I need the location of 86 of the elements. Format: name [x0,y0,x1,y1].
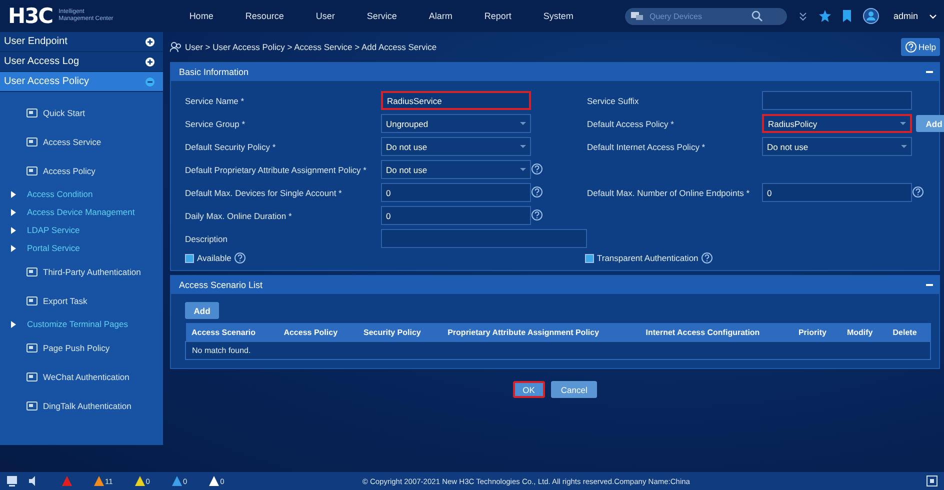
menu-item-icon [26,294,38,306]
field-label: Service Name * [185,96,246,106]
star-icon [819,10,832,22]
input-field[interactable]: 0 [381,183,531,202]
menu-item-icon [26,136,38,148]
input-field[interactable]: 0 [381,206,531,225]
users-icon [170,41,182,53]
menu-item-icon [26,164,38,176]
sidebar-group[interactable]: Customize Terminal Pages [0,315,163,333]
fullscreen-icon [926,475,938,487]
dropdown[interactable]: Do not use [381,137,531,156]
field-label: Default Max. Devices for Single Account * [185,188,343,198]
field-label: Daily Max. Online Duration * [185,210,293,220]
field-label: Default Internet Access Policy * [587,142,706,152]
sidebar-item[interactable]: WeChat Authentication [0,362,163,391]
dropdown[interactable]: RadiusPolicy [762,114,912,133]
chevrons-icon [797,10,810,22]
checkbox[interactable] [185,254,194,262]
checkbox-label: Transparent Authentication [597,253,698,263]
input-field[interactable]: 0 [762,183,912,202]
field-label: Service Suffix [587,96,640,106]
sidebar-section[interactable]: User Endpoint [0,32,163,52]
sidebar-item[interactable]: Access Policy [0,156,163,185]
sidebar-item[interactable]: Page Push Policy [0,333,163,362]
nav-link[interactable]: User [300,11,351,21]
empty-message: No match found. [186,342,930,360]
bookmark-icon [841,10,854,22]
nav-link[interactable]: Resource [229,11,300,21]
input-field[interactable] [762,91,912,110]
column-header: Access Policy [278,323,358,342]
column-header: Internet Access Configuration [640,323,792,342]
field-label: Default Proprietary Attribute Assignment Policy * [185,164,368,174]
column-header: Modify [840,323,887,342]
column-header: Priority [792,323,841,342]
column-header: Proprietary Attribute Assignment Policy [442,323,640,342]
sidebar-section[interactable]: User Access Log [0,52,163,72]
search-input[interactable]: Query Devices [647,10,748,22]
help-icon [904,41,917,53]
device-icon [631,10,644,22]
sidebar-item[interactable]: Third-Party Authentication [0,257,163,286]
column-header: Delete [886,323,930,342]
dropdown[interactable]: Do not use [762,137,912,156]
field-label: Description [185,234,229,244]
sidebar-item[interactable]: DingTalk Authentication [0,391,163,420]
dropdown[interactable]: Do not use [381,160,531,179]
help-button[interactable]: Help [900,38,940,56]
sidebar-group[interactable]: Access Condition [0,185,163,203]
logo: H3C [8,4,53,28]
panel-title: Access Scenario List [179,280,263,290]
input-field[interactable] [381,229,587,248]
sidebar-section[interactable]: User Access Policy [0,72,163,92]
nav-link[interactable]: System [527,11,590,21]
user-menu[interactable]: admin [893,11,918,21]
sidebar-item[interactable]: Export Task [0,286,163,315]
breadcrumb: User > User Access Policy > Access Service > Add Access Service [185,42,437,52]
search-icon [751,10,764,22]
sidebar-group[interactable]: Access Device Management [0,203,163,221]
sidebar-group[interactable]: LDAP Service [0,221,163,239]
menu-item-icon [26,342,38,354]
menu-item-icon [26,106,38,118]
menu-item-icon [26,370,38,382]
panel-title: Basic Information [179,67,249,77]
checkbox-label: Available [197,253,232,263]
dropdown[interactable]: Ungrouped [381,114,531,133]
menu-item-icon [26,400,38,412]
nav-link[interactable]: Alarm [412,11,468,21]
field-label: Default Access Policy * [587,118,675,128]
sidebar-group[interactable]: Portal Service [0,239,163,257]
nav-link[interactable]: Report [468,11,528,21]
monitor-icon [6,475,18,487]
field-label: Default Max. Number of Online Endpoints * [587,188,751,198]
search-field[interactable]: Query Devices [625,8,788,24]
menu-item-icon [26,266,38,278]
column-header: Security Policy [358,323,442,342]
avatar-icon [863,8,880,24]
checkbox[interactable] [585,254,594,262]
nav-link[interactable]: Home [173,11,230,21]
field-label: Service Group * [185,118,246,128]
sidebar-item[interactable]: Quick Start [0,98,163,127]
nav-link[interactable]: Service [350,11,413,21]
field-label: Default Security Policy * [185,142,277,152]
sidebar-item[interactable]: Access Service [0,127,163,156]
triangle-icon [10,320,17,328]
add-button[interactable]: Add [185,302,219,319]
column-header: Access Scenario [186,323,278,342]
input-field[interactable]: RadiusService [381,91,531,110]
